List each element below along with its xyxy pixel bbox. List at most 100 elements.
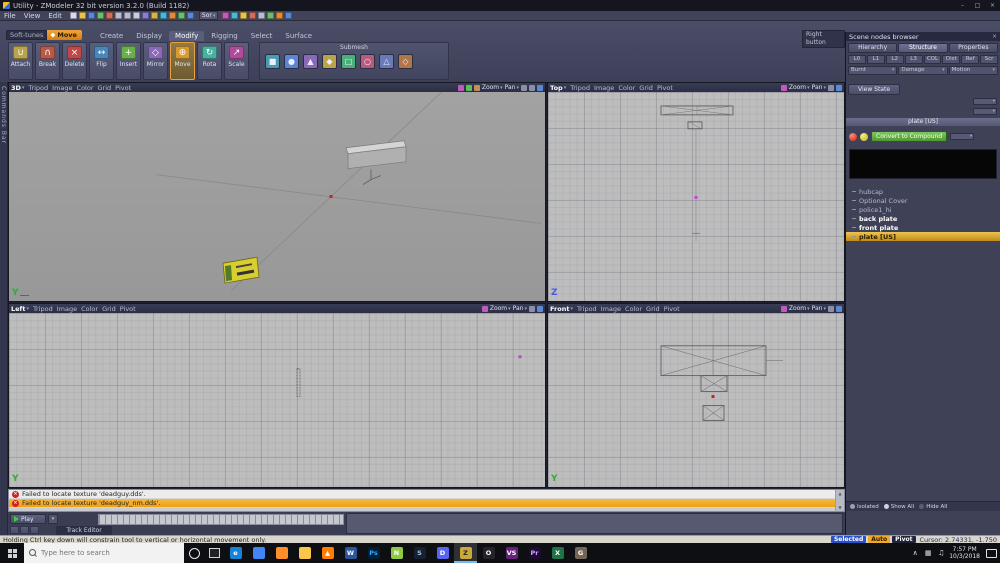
viewport-option-toggle[interactable]: Image	[52, 84, 72, 92]
cortana-icon[interactable]	[184, 543, 204, 563]
undo-icon[interactable]	[115, 12, 122, 19]
track-editor-tab[interactable]: Track Editor	[56, 526, 112, 535]
show-hidden-icons[interactable]: ∧	[910, 549, 920, 557]
property-dropdown[interactable]: ▾	[973, 108, 997, 115]
ribbon-tool-button[interactable]: ↻ Rota	[197, 42, 222, 80]
timeline-track[interactable]	[346, 513, 843, 534]
selected-mode-badge[interactable]: Selected	[831, 536, 866, 543]
pan-dropdown[interactable]: Pan▾	[505, 84, 519, 91]
start-button[interactable]	[0, 543, 24, 563]
timeline-tool-button[interactable]	[20, 526, 29, 534]
copy-icon[interactable]	[142, 12, 149, 19]
view-state-button[interactable]: View State	[848, 84, 900, 95]
snap-mode-icon[interactable]	[474, 85, 480, 91]
faces-mode-icon[interactable]	[187, 12, 194, 19]
play-button[interactable]: Play	[10, 514, 46, 524]
pivot-mode-badge[interactable]: Pivot	[892, 536, 915, 543]
new-scene-icon[interactable]	[70, 12, 77, 19]
scene-tab[interactable]: Properties	[949, 43, 998, 53]
ribbon-tool-button[interactable]: ∩ Break	[35, 42, 60, 80]
ribbon-tab[interactable]: Rigging	[205, 31, 244, 41]
ribbon-tool-button[interactable]: + Insert	[116, 42, 141, 80]
taskbar-icon-gimp[interactable]: G	[569, 543, 592, 563]
soft-tunes-toggle[interactable]: Soft-tunes	[6, 30, 47, 40]
scene-tree-item[interactable]: Optional Cover	[846, 196, 1000, 205]
pan-dropdown[interactable]: Pan▾	[812, 305, 826, 312]
close-button[interactable]: ×	[985, 2, 1000, 9]
viewport-3d-canvas[interactable]: Y	[9, 92, 545, 301]
viewport-option-toggle[interactable]: Grid	[102, 305, 116, 313]
ribbon-tool-button[interactable]: ⊕ Move	[170, 42, 195, 80]
timeline-tool-button[interactable]	[10, 526, 19, 534]
export-icon[interactable]	[106, 12, 113, 19]
ribbon-tool-button[interactable]: ↔ Flip	[89, 42, 114, 80]
taskbar-icon-word[interactable]: W	[339, 543, 362, 563]
task-view-icon[interactable]	[204, 543, 224, 563]
isolated-toggle[interactable]: Isolated	[850, 504, 879, 510]
taskbar-icon-premiere[interactable]: Pr	[523, 543, 546, 563]
taskbar-icon-file-explorer[interactable]	[293, 543, 316, 563]
play-mode-dropdown[interactable]: ▾	[48, 514, 58, 524]
pan-dropdown[interactable]: Pan▾	[812, 84, 826, 91]
submesh-select-icon[interactable]: ■	[265, 54, 280, 69]
viewport-front-canvas[interactable]: Y	[548, 313, 844, 487]
zoom-dropdown[interactable]: Zoom▾	[789, 84, 810, 91]
ribbon-tool-button[interactable]: ◇ Mirror	[143, 42, 168, 80]
submesh-copy-icon[interactable]: ○	[360, 54, 375, 69]
viewport-option-toggle[interactable]: Tripod	[28, 84, 48, 92]
submesh-detach-icon[interactable]: ▲	[303, 54, 318, 69]
taskbar-icon-notepad[interactable]: N	[385, 543, 408, 563]
maximize-viewport-icon[interactable]	[836, 85, 842, 91]
lock-axis-icon[interactable]	[276, 12, 283, 19]
pivot-mode-icon[interactable]	[781, 85, 787, 91]
search-input[interactable]	[41, 549, 171, 557]
maximize-viewport-icon[interactable]	[537, 85, 543, 91]
convert-to-compound-button[interactable]: Convert to Compound	[871, 131, 947, 142]
grid-toggle-icon[interactable]	[828, 306, 834, 312]
lod-level-button[interactable]: L3	[905, 55, 923, 64]
redo-icon[interactable]	[124, 12, 131, 19]
close-panel-icon[interactable]: ×	[992, 33, 997, 40]
viewport-option-toggle[interactable]: Color	[81, 305, 98, 313]
scene-tree-item[interactable]: police1_hi	[846, 205, 1000, 214]
vertices-mode-icon[interactable]	[169, 12, 176, 19]
lod-level-button[interactable]: Ref	[961, 55, 979, 64]
lod-level-button[interactable]: Scr	[980, 55, 998, 64]
local-axes-icon[interactable]	[466, 85, 472, 91]
taskbar-search[interactable]	[24, 543, 184, 563]
ribbon-tool-button[interactable]: ∪ Attach	[8, 42, 33, 80]
timeline-ruler[interactable]	[98, 514, 344, 525]
grid-toggle-icon[interactable]	[828, 85, 834, 91]
node-state-red-icon[interactable]	[849, 133, 857, 141]
viewport-option-toggle[interactable]: Color	[625, 305, 642, 313]
scene-tree-item[interactable]: front plate	[846, 223, 1000, 232]
paste-icon[interactable]	[151, 12, 158, 19]
taskbar-icon-steam[interactable]: S	[408, 543, 431, 563]
materials-editor-icon[interactable]	[240, 12, 247, 19]
viewport-option-toggle[interactable]: Pivot	[120, 305, 136, 313]
options-icon[interactable]	[258, 12, 265, 19]
submesh-create-icon[interactable]: ●	[284, 54, 299, 69]
taskbar-icon-zmodeler[interactable]: Z	[454, 543, 477, 563]
taskbar-icon-discord[interactable]: D	[431, 543, 454, 563]
scene-tab[interactable]: Hierarchy	[848, 43, 897, 53]
ribbon-tab[interactable]: Create	[94, 31, 129, 41]
pivot-mode-icon[interactable]	[781, 306, 787, 312]
viewport-option-toggle[interactable]: Tripod	[570, 84, 590, 92]
pivot-mode-icon[interactable]	[458, 85, 464, 91]
pivot-mode-icon[interactable]	[482, 306, 488, 312]
maximize-button[interactable]: □	[970, 2, 985, 9]
submesh-delete-icon[interactable]: △	[379, 54, 394, 69]
lod-level-button[interactable]: Dist	[942, 55, 960, 64]
show-all-button[interactable]: Show All	[884, 504, 914, 510]
minimize-button[interactable]: –	[955, 2, 970, 9]
maximize-viewport-icon[interactable]	[836, 306, 842, 312]
viewport-type-dropdown[interactable]: 3D▾	[11, 84, 24, 92]
zoom-dropdown[interactable]: Zoom▾	[789, 305, 810, 312]
menu-item[interactable]: View	[20, 12, 45, 20]
commands-bar[interactable]: Commands Bar	[0, 82, 8, 535]
menu-item[interactable]: Edit	[44, 12, 66, 20]
action-center-icon[interactable]	[986, 549, 997, 558]
viewport-option-toggle[interactable]: Color	[618, 84, 635, 92]
taskbar-icon-obs[interactable]: O	[477, 543, 500, 563]
